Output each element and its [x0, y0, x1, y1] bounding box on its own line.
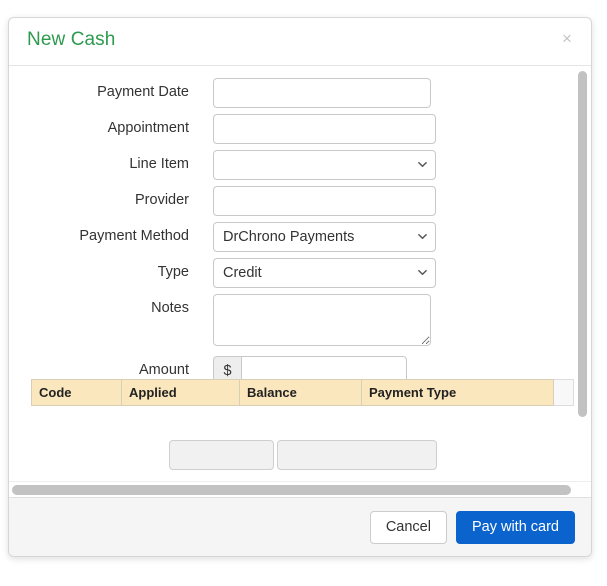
provider-input[interactable] [213, 186, 436, 216]
type-select-wrap: Credit [213, 258, 436, 288]
modal-body-scroll-content: Payment Date Appointment Line Item Provi… [9, 66, 576, 486]
vertical-scrollbar[interactable] [576, 70, 589, 479]
column-header-spacer [553, 379, 574, 406]
horizontal-scrollbar[interactable] [9, 481, 591, 497]
field-row-notes: Notes [9, 294, 576, 346]
label-provider: Provider [135, 192, 189, 208]
payment-method-select-wrap: DrChrono Payments [213, 222, 436, 252]
payments-table: Code Applied Balance Payment Type [31, 379, 574, 406]
line-item-select-wrap [213, 150, 436, 180]
pay-with-card-button[interactable]: Pay with card [455, 510, 575, 544]
notes-textarea[interactable] [213, 294, 431, 346]
table-action-button-1[interactable] [169, 440, 274, 470]
appointment-input[interactable] [213, 114, 436, 144]
field-row-payment-date: Payment Date [9, 78, 576, 108]
modal-header: New Cash × [9, 18, 591, 66]
cancel-button[interactable]: Cancel [369, 510, 447, 544]
column-header-balance[interactable]: Balance [239, 379, 362, 406]
column-header-code[interactable]: Code [31, 379, 122, 406]
type-select[interactable]: Credit [213, 258, 436, 288]
payment-date-input[interactable] [213, 78, 431, 108]
column-header-payment-type[interactable]: Payment Type [361, 379, 554, 406]
table-header-row: Code Applied Balance Payment Type [31, 379, 574, 406]
horizontal-scrollbar-thumb[interactable] [12, 485, 571, 495]
label-notes: Notes [151, 300, 189, 316]
field-row-appointment: Appointment [9, 114, 576, 144]
payment-method-select[interactable]: DrChrono Payments [213, 222, 436, 252]
field-row-provider: Provider [9, 186, 576, 216]
table-action-button-2[interactable] [277, 440, 437, 470]
label-payment-method: Payment Method [79, 228, 189, 244]
label-amount: Amount [139, 362, 189, 378]
modal-body: Payment Date Appointment Line Item Provi… [9, 66, 591, 497]
close-icon[interactable]: × [555, 27, 579, 51]
label-appointment: Appointment [107, 120, 189, 136]
field-row-payment-method: Payment Method DrChrono Payments [9, 222, 576, 252]
line-item-select[interactable] [213, 150, 436, 180]
column-header-applied[interactable]: Applied [121, 379, 240, 406]
modal-footer: Cancel Pay with card [9, 497, 591, 556]
vertical-scrollbar-thumb[interactable] [578, 71, 587, 417]
field-row-line-item: Line Item [9, 150, 576, 180]
label-type: Type [157, 264, 189, 280]
new-cash-modal: New Cash × Payment Date Appointment Line… [8, 17, 592, 557]
label-line-item: Line Item [129, 156, 189, 172]
page-title: New Cash [27, 29, 116, 50]
label-payment-date: Payment Date [97, 84, 189, 100]
field-row-type: Type Credit [9, 258, 576, 288]
